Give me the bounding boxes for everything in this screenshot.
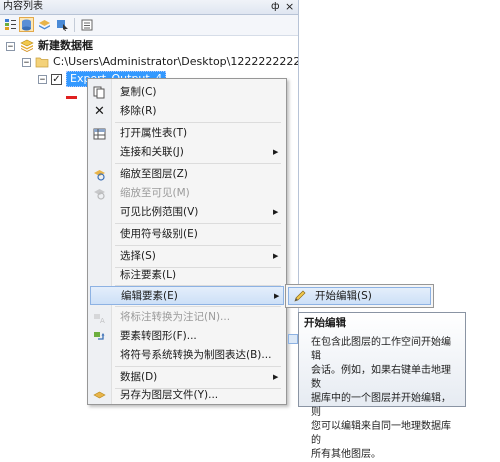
menu-item-remove[interactable]: ✕ 移除(R) — [90, 102, 284, 121]
menu-item-label: 打开属性表(T) — [120, 127, 188, 139]
list-by-source-icon[interactable] — [19, 17, 34, 32]
menu-item-label: 使用符号级别(E) — [120, 228, 198, 240]
menu-item-zoom-to-layer[interactable]: 缩放至图层(Z) — [90, 165, 284, 184]
pin-icon[interactable]: ф — [271, 0, 280, 14]
menu-item-label-features[interactable]: 标注要素(L) — [90, 266, 284, 285]
list-by-selection-icon[interactable] — [55, 17, 70, 32]
submenu-arrow-icon: ▶ — [273, 252, 279, 260]
menu-separator — [115, 163, 281, 164]
menu-separator — [115, 366, 281, 367]
panel-title: 内容列表 — [3, 1, 43, 12]
menu-item-convert-features-to-graphics[interactable]: 要素转图形(F)... — [90, 327, 284, 346]
close-icon[interactable]: × — [285, 0, 294, 14]
menu-item-label: 标注要素(L) — [120, 269, 177, 281]
start-editing-tooltip: 开始编辑 在包含此图层的工作空间开始编辑 会话。例如，如果右键单击地理数 据库中… — [298, 312, 466, 460]
menu-item-label: 将符号系统转换为制图表达(B)... — [120, 349, 272, 361]
menu-item-label: 要素转图形(F)... — [120, 330, 197, 342]
convert-labels-icon: A — [92, 310, 107, 325]
menu-item-convert-labels-to-annotation[interactable]: A 将标注转换为注记(N)... — [90, 308, 284, 327]
data-frame-label: 新建数据框 — [38, 39, 93, 52]
submenu-arrow-icon: ▶ — [273, 208, 279, 216]
menu-item-start-editing[interactable]: 开始编辑(S) — [288, 287, 431, 305]
menu-item-joins-relates[interactable]: 连接和关联(J) ▶ — [90, 143, 284, 162]
menu-item-label: 缩放至可见(M) — [120, 187, 190, 199]
panel-titlebar: 内容列表 ф × — [0, 0, 298, 15]
svg-text:A: A — [100, 317, 105, 324]
menu-item-label: 数据(D) — [120, 371, 158, 383]
menu-item-open-attribute-table[interactable]: 打开属性表(T) — [90, 124, 284, 143]
tooltip-body: 在包含此图层的工作空间开始编辑 会话。例如，如果右键单击地理数 据库中的一个图层… — [304, 336, 460, 462]
toolbar-separator — [74, 18, 75, 32]
menu-separator — [115, 223, 281, 224]
layer-symbol-swatch — [66, 96, 77, 99]
tooltip-line: 据库中的一个图层并开始编辑，则 — [311, 393, 451, 418]
menu-item-zoom-to-visible[interactable]: 缩放至可见(M) — [90, 184, 284, 203]
edit-features-submenu: 开始编辑(S) — [285, 284, 434, 308]
menu-separator — [115, 306, 281, 307]
zoom-to-layer-icon — [92, 167, 107, 182]
menu-item-copy[interactable]: 复制(C) — [90, 83, 284, 102]
menu-item-label: 可见比例范围(V) — [120, 206, 199, 218]
table-icon — [92, 126, 107, 141]
features-to-graphics-icon — [92, 329, 107, 344]
folder-icon — [35, 56, 49, 70]
tooltip-anchor-icon — [288, 334, 298, 344]
menu-separator — [115, 122, 281, 123]
remove-icon: ✕ — [94, 104, 105, 119]
tooltip-line: 会话。例如，如果右键单击地理数 — [311, 365, 451, 390]
collapse-icon[interactable]: − — [6, 42, 15, 52]
menu-item-label: 复制(C) — [120, 86, 157, 98]
menu-item-label: 选择(S) — [120, 250, 156, 262]
submenu-arrow-icon: ▶ — [274, 292, 280, 300]
zoom-to-visible-icon — [92, 186, 107, 201]
save-layer-icon — [92, 388, 107, 403]
menu-item-label: 移除(R) — [120, 105, 157, 117]
list-by-drawing-order-icon[interactable] — [3, 17, 18, 32]
pencil-icon — [293, 289, 307, 306]
tooltip-line: 在包含此图层的工作空间开始编辑 — [311, 337, 451, 362]
menu-item-label: 另存为图层文件(Y)... — [120, 389, 219, 401]
menu-item-label: 缩放至图层(Z) — [120, 168, 188, 180]
tree-item-folder[interactable]: − C:\Users\Administrator\Desktop\1222222… — [0, 54, 298, 70]
folder-path-label: C:\Users\Administrator\Desktop\122222222… — [53, 55, 298, 68]
menu-item-save-as-layer-file[interactable]: 另存为图层文件(Y)... — [90, 386, 284, 405]
menu-item-label: 连接和关联(J) — [120, 146, 184, 158]
menu-item-label: 将标注转换为注记(N)... — [120, 311, 231, 323]
layer-visibility-checkbox[interactable]: ✓ — [51, 74, 62, 85]
layer-context-menu: 复制(C) ✕ 移除(R) 打开属性表(T) 连接和关联(J) ▶ 缩放至图层(… — [87, 78, 287, 405]
menu-item-label: 编辑要素(E) — [121, 290, 178, 302]
menu-item-visible-scale-range[interactable]: 可见比例范围(V) ▶ — [90, 203, 284, 222]
toc-toolbar — [0, 15, 298, 36]
copy-icon — [92, 85, 107, 100]
list-by-visibility-icon[interactable] — [37, 17, 52, 32]
collapse-icon[interactable]: − — [22, 58, 31, 68]
menu-item-convert-symbology-to-representation[interactable]: 将符号系统转换为制图表达(B)... — [90, 346, 284, 365]
menu-item-edit-features[interactable]: 编辑要素(E) ▶ — [90, 286, 284, 305]
menu-item-selection[interactable]: 选择(S) ▶ — [90, 247, 284, 266]
submenu-item-label: 开始编辑(S) — [315, 290, 372, 302]
tooltip-title: 开始编辑 — [304, 317, 346, 329]
tooltip-line: 您可以编辑来自同一地理数据库的 — [311, 421, 451, 446]
menu-separator — [115, 245, 281, 246]
menu-item-use-symbol-levels[interactable]: 使用符号级别(E) — [90, 225, 284, 244]
menu-item-data[interactable]: 数据(D) ▶ — [90, 368, 284, 387]
tooltip-line: 所有其他图层。 — [311, 449, 381, 460]
tree-item-data-frame[interactable]: − 新建数据框 — [0, 38, 298, 54]
collapse-icon[interactable]: − — [38, 75, 47, 85]
options-icon[interactable] — [79, 17, 94, 32]
submenu-arrow-icon: ▶ — [273, 373, 279, 381]
submenu-arrow-icon: ▶ — [273, 148, 279, 156]
